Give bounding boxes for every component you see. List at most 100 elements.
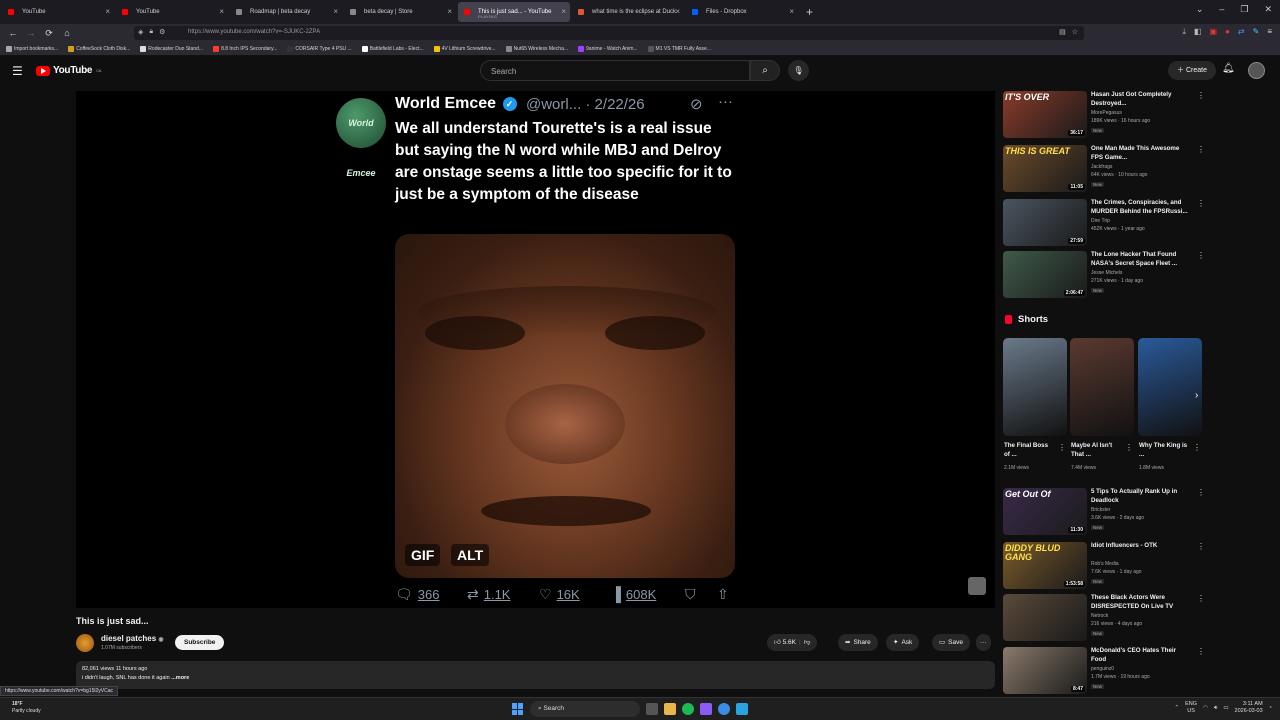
channel-name[interactable]: Netrock (1091, 613, 1108, 619)
video-title[interactable]: The Crimes, Conspiracies, and MURDER Beh… (1091, 199, 1191, 216)
more-options-icon[interactable]: ⋮ (1193, 443, 1201, 452)
menu-icon[interactable]: ≡ (1267, 27, 1272, 37)
bookmark-item[interactable]: CORSAIR Type 4 PSU ... (287, 45, 352, 52)
search-input[interactable]: Search (480, 60, 750, 81)
tab-close-icon[interactable]: × (789, 7, 794, 16)
video-player[interactable]: World Emcee World Emcee ✓ @worl... · 2/2… (76, 91, 995, 608)
taskbar-search[interactable]: ⌕ Search (530, 701, 640, 717)
notifications-bell-icon[interactable]: 🔔︎ (1222, 63, 1235, 74)
more-options-icon[interactable]: ⋮ (1197, 251, 1205, 260)
more-options-icon[interactable]: ⋮ (1058, 443, 1066, 452)
tab-close-icon[interactable]: × (675, 7, 680, 16)
more-options-icon[interactable]: ⋮ (1125, 443, 1133, 452)
close-window-icon[interactable]: ✕ (1264, 4, 1272, 15)
account-avatar[interactable] (1248, 62, 1265, 79)
short-title[interactable]: Maybe AI Isn't That ... (1071, 442, 1121, 459)
maximize-icon[interactable]: ❐ (1240, 4, 1248, 15)
download-icon[interactable]: ⤓ (1182, 27, 1186, 37)
bookmark-item[interactable]: Rodecaster Duo Stand... (140, 45, 203, 52)
video-thumbnail[interactable]: 8:47 (1003, 647, 1087, 694)
video-title[interactable]: 5 Tips To Actually Rank Up in Deadlock (1091, 488, 1191, 505)
channel-avatar[interactable] (76, 634, 94, 652)
video-thumbnail[interactable]: 2:06:47 (1003, 251, 1087, 298)
tab-close-icon[interactable]: × (447, 7, 452, 16)
ask-button[interactable]: ✦ Ask (886, 634, 920, 651)
video-thumbnail[interactable]: Get Out Of 11:30 (1003, 488, 1087, 535)
home-icon[interactable]: ⌂ (58, 28, 76, 38)
more-options-icon[interactable]: ⋮ (1197, 199, 1205, 208)
recommended-video[interactable]: These Black Actors Were DISRESPECTED On … (1003, 594, 1205, 644)
wifi-icon[interactable]: ◠ (1203, 705, 1208, 711)
recommended-video[interactable]: 27:59 The Crimes, Conspiracies, and MURDE… (1003, 199, 1205, 249)
short-title[interactable]: The Final Boss of ... (1004, 442, 1054, 459)
video-thumbnail[interactable]: THIS IS GREAT 11:05 (1003, 145, 1087, 192)
file-explorer-icon[interactable] (664, 703, 676, 715)
description-box[interactable]: 82,061 views 11 hours ago i didn't laugh… (76, 661, 995, 689)
youtube-logo[interactable]: YouTube CA (36, 65, 101, 76)
extension-icon[interactable]: ● (1225, 27, 1230, 37)
more-options-icon[interactable]: ⋮ (1197, 91, 1205, 100)
bookmark-item[interactable]: 9anime - Watch Anim... (578, 45, 638, 52)
clock[interactable]: 3:11 AM 2026-03-03 (1235, 701, 1263, 715)
browser-tab[interactable]: what time is the eclipse at Duck × (572, 2, 684, 22)
discord-icon[interactable] (700, 703, 712, 715)
browser-tab[interactable]: YouTube × (116, 2, 228, 22)
minimize-icon[interactable]: – (1219, 4, 1224, 15)
reload-icon[interactable]: ⟳ (40, 28, 58, 39)
tray-overflow-icon[interactable]: ⌃ (1175, 705, 1180, 711)
browser-tab[interactable]: Roadmap | beta decay × (230, 2, 342, 22)
tab-close-icon[interactable]: × (561, 7, 566, 16)
browser-tab[interactable]: Files - Dropbox × (686, 2, 798, 22)
recommended-video[interactable]: 2:06:47 The Lone Hacker That Found NASA's… (1003, 251, 1205, 301)
short-title[interactable]: Why The King is ... (1139, 442, 1189, 459)
shorts-next-chevron-icon[interactable]: › (1195, 390, 1198, 401)
chevron-down-icon[interactable]: ⌄ (1196, 4, 1204, 15)
short-thumbnail[interactable] (1138, 338, 1202, 436)
back-icon[interactable]: ← (4, 28, 22, 38)
bookmark-star-icon[interactable]: ☆ (1072, 28, 1078, 36)
video-title[interactable]: One Man Made This Awesome FPS Game... (1091, 145, 1191, 162)
recommended-video[interactable]: THIS IS GREAT 11:05 One Man Made This Awes… (1003, 145, 1205, 195)
video-title[interactable]: McDonald's CEO Hates Their Food (1091, 647, 1191, 664)
recommended-video[interactable]: Get Out Of 11:30 5 Tips To Actually Rank U… (1003, 488, 1205, 538)
tab-close-icon[interactable]: × (333, 7, 338, 16)
browser-icon[interactable] (718, 703, 730, 715)
video-title[interactable]: Idiot Influencers - OTK (1091, 542, 1191, 551)
save-button[interactable]: ▭ Save (932, 634, 970, 651)
extension-icon[interactable]: ⇄ (1238, 27, 1245, 37)
more-options-icon[interactable]: ⋮ (1197, 145, 1205, 154)
new-tab-icon[interactable]: + (806, 5, 813, 19)
channel-name[interactable]: diesel patches ◉ (101, 634, 164, 643)
volume-icon[interactable]: 🔊︎ (1214, 705, 1217, 712)
channel-name[interactable]: Brickster (1091, 507, 1110, 513)
windows-start-icon[interactable] (512, 703, 524, 715)
bookmark-item[interactable]: Import bookmarks... (6, 45, 58, 52)
extension-icon[interactable]: ✎ (1253, 27, 1260, 37)
show-more-link[interactable]: ...more (171, 675, 189, 681)
video-title[interactable]: These Black Actors Were DISRESPECTED On … (1091, 594, 1191, 611)
extension-icon[interactable]: ◧ (1194, 27, 1202, 37)
more-actions-button[interactable]: ··· (976, 634, 991, 651)
more-options-icon[interactable]: ⋮ (1197, 542, 1205, 551)
recommended-video[interactable]: 8:47 McDonald's CEO Hates Their Food pengu… (1003, 647, 1205, 697)
browser-tab[interactable]: beta decay | Store × (344, 2, 456, 22)
browser-tab[interactable]: This is just sad... - YouTube PLAYING × (458, 2, 570, 22)
task-view-icon[interactable] (646, 703, 658, 715)
more-options-icon[interactable]: ⋮ (1197, 647, 1205, 656)
search-button[interactable]: ⌕ (750, 60, 780, 81)
tab-close-icon[interactable]: × (105, 7, 110, 16)
forward-icon[interactable]: → (22, 28, 40, 38)
channel-name[interactable]: Rob's Media (1091, 561, 1119, 567)
bookmark-item[interactable]: Battlefield Labs - Elect... (361, 45, 424, 52)
recommended-video[interactable]: IT'S OVER 36:17 Hasan Just Got Completely … (1003, 91, 1205, 141)
notification-center-icon[interactable]: ◔ (1269, 705, 1272, 711)
bookmark-item[interactable]: Nut65 Wireless Mecha... (505, 45, 568, 52)
subscribe-button[interactable]: Subscribe (175, 635, 225, 650)
weather-widget[interactable]: 18°F Partly cloudy (12, 701, 41, 715)
like-button[interactable]: 👍︎ 5.6K (774, 634, 796, 651)
player-mini-thumbnail[interactable] (968, 577, 986, 595)
language-indicator[interactable]: ENG US (1185, 701, 1197, 715)
more-options-icon[interactable]: ⋮ (1197, 488, 1205, 497)
dislike-button[interactable]: 👎︎ (804, 634, 811, 651)
bookmark-item[interactable]: M1 VS TMR Fully Asse... (647, 45, 711, 52)
